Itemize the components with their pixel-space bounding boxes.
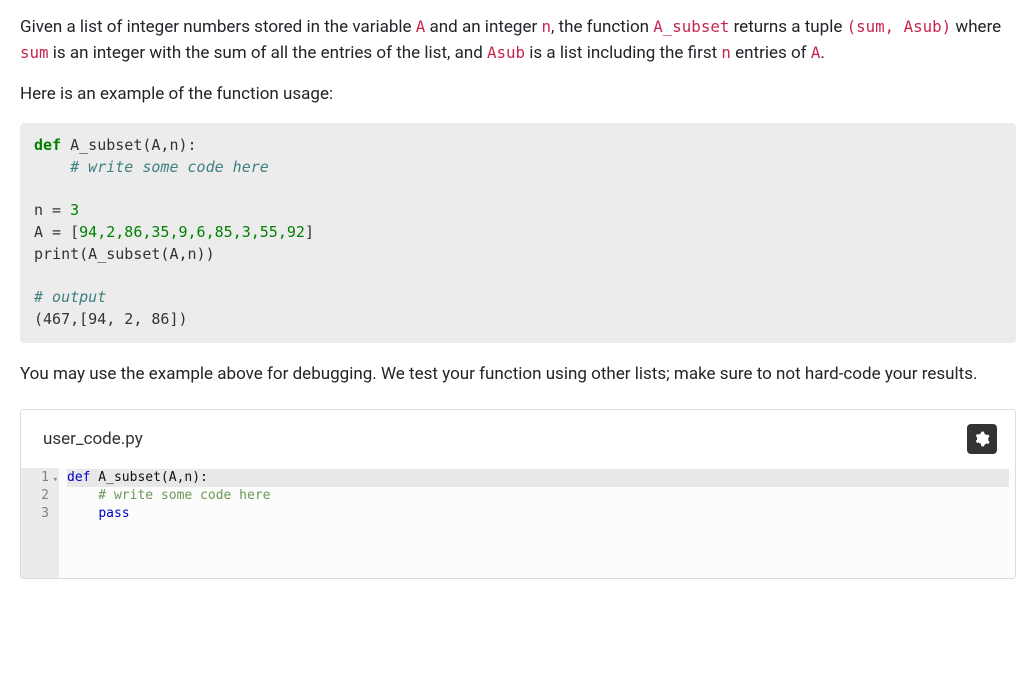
line-number: 1 bbox=[41, 470, 49, 485]
inline-code-tuple: (sum, Asub) bbox=[847, 17, 952, 36]
gutter-line: 3 bbox=[27, 505, 49, 523]
problem-paragraph-1: Given a list of integer numbers stored i… bbox=[20, 14, 1016, 67]
followup-paragraph: You may use the example above for debugg… bbox=[20, 361, 1016, 387]
assign-n: n = bbox=[34, 201, 70, 219]
inline-code-A2: A bbox=[811, 43, 821, 62]
gutter-line: 2 bbox=[27, 487, 49, 505]
comment-1: # write some code here bbox=[70, 158, 269, 176]
code-line: # write some code here bbox=[67, 487, 1009, 505]
text: and an integer bbox=[425, 17, 541, 37]
text: , the function bbox=[551, 17, 653, 37]
kw-def: def bbox=[34, 136, 61, 154]
fold-icon[interactable]: ▾ bbox=[53, 471, 58, 489]
text: returns a tuple bbox=[729, 17, 846, 37]
code-line: pass bbox=[67, 505, 1009, 523]
example-code-block: def A_subset(A,n): # write some code her… bbox=[20, 123, 1016, 343]
list-nums: 94,2,86,35,9,6,85,3,55,92 bbox=[79, 223, 305, 241]
editor-settings-button[interactable] bbox=[967, 424, 997, 454]
fn-name: A_subset bbox=[70, 136, 142, 154]
code-editor-card: user_code.py 1▾ 2 3 def A_subset(A,n): #… bbox=[20, 409, 1016, 579]
text: where bbox=[951, 17, 1001, 37]
inline-code-n2: n bbox=[721, 43, 731, 62]
fn-signature: A_subset(A,n): bbox=[90, 470, 207, 485]
inline-code-A: A bbox=[416, 17, 426, 36]
gear-icon bbox=[974, 431, 990, 447]
assign-A-close: ] bbox=[305, 223, 314, 241]
comment-output: # output bbox=[34, 288, 106, 306]
editor-gutter: 1▾ 2 3 bbox=[21, 468, 59, 578]
text: is a list including the first bbox=[525, 43, 721, 63]
editor-code-area[interactable]: def A_subset(A,n): # write some code her… bbox=[59, 468, 1015, 578]
print-call: print(A_subset(A,n)) bbox=[34, 245, 215, 263]
inline-code-n: n bbox=[541, 17, 551, 36]
text: entries of bbox=[731, 43, 811, 63]
code-line: def A_subset(A,n): bbox=[67, 469, 1009, 487]
text: Given a list of integer numbers stored i… bbox=[20, 17, 416, 37]
example-lead: Here is an example of the function usage… bbox=[20, 81, 1016, 107]
line-number: 3 bbox=[41, 506, 49, 521]
editor-filename: user_code.py bbox=[43, 426, 143, 452]
inline-code-sum: sum bbox=[20, 43, 49, 62]
inline-code-Asub: Asub bbox=[487, 43, 525, 62]
editor-header: user_code.py bbox=[21, 410, 1015, 468]
output-value: (467,[94, 2, 86]) bbox=[34, 310, 188, 328]
kw-pass: pass bbox=[98, 506, 129, 521]
num-3: 3 bbox=[70, 201, 79, 219]
text: is an integer with the sum of all the en… bbox=[49, 43, 487, 63]
assign-A-open: A = [ bbox=[34, 223, 79, 241]
comment: # write some code here bbox=[67, 488, 271, 503]
text: . bbox=[820, 43, 824, 63]
gutter-line: 1▾ bbox=[27, 469, 49, 487]
inline-code-A_subset: A_subset bbox=[653, 17, 729, 36]
kw-def: def bbox=[67, 470, 90, 485]
indent bbox=[67, 506, 98, 521]
fn-params: (A,n): bbox=[142, 136, 196, 154]
line-number: 2 bbox=[41, 488, 49, 503]
editor-body[interactable]: 1▾ 2 3 def A_subset(A,n): # write some c… bbox=[21, 468, 1015, 578]
